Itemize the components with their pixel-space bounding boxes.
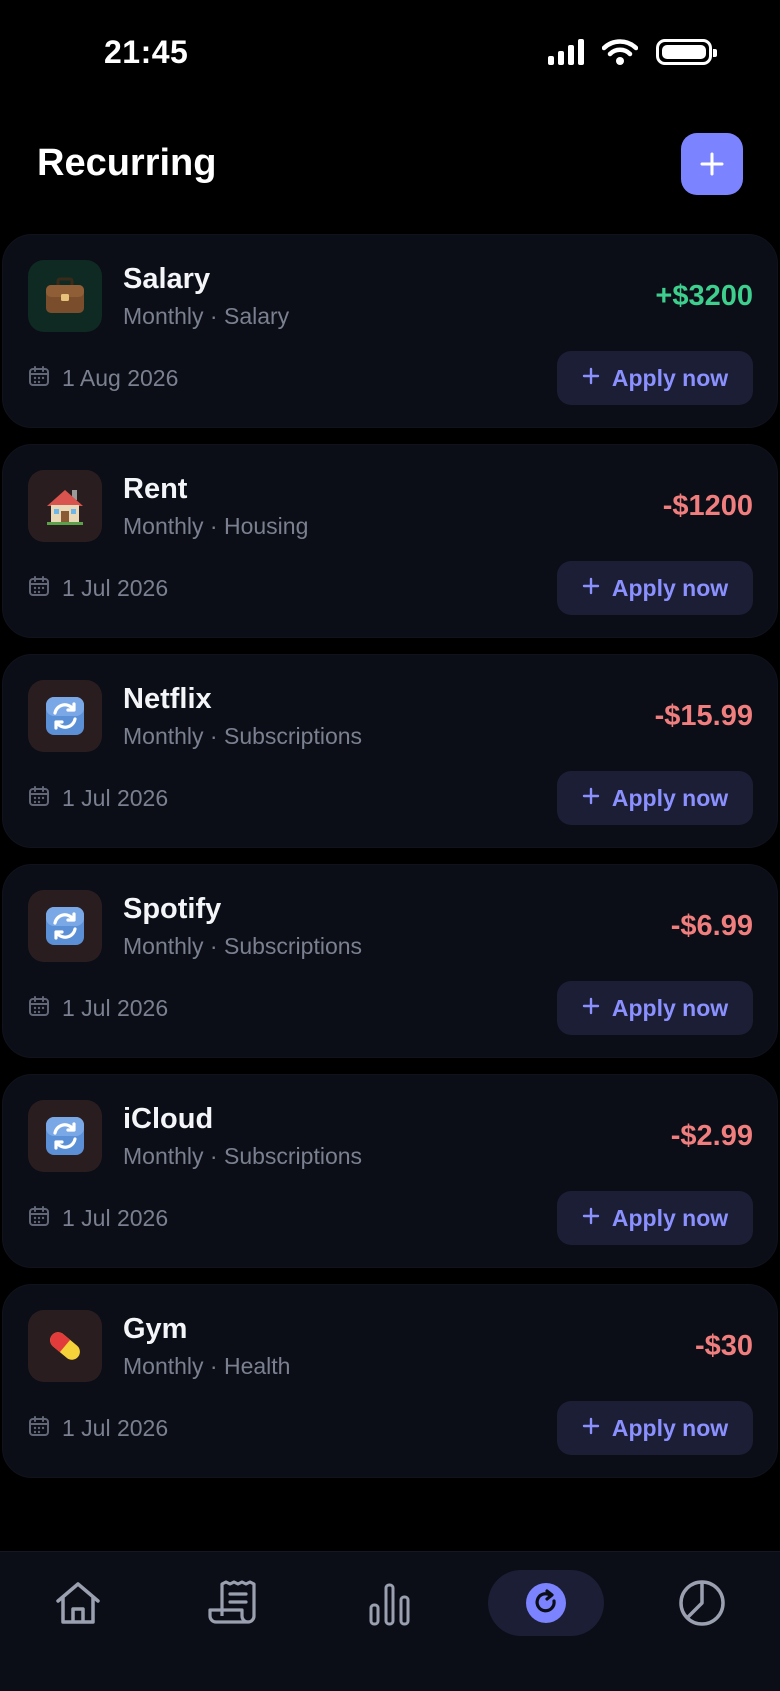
tab-bar xyxy=(0,1551,780,1691)
apply-now-button[interactable]: Apply now xyxy=(557,561,753,615)
page-title: Recurring xyxy=(37,142,217,184)
tab-recurring[interactable] xyxy=(488,1570,604,1636)
next-date: 1 Jul 2026 xyxy=(62,575,169,601)
apply-now-label: Apply now xyxy=(611,1414,729,1441)
apply-now-label: Apply now xyxy=(611,364,729,391)
briefcase-icon xyxy=(28,260,102,332)
bar-chart-icon xyxy=(369,1583,410,1626)
calendar-icon xyxy=(28,1205,50,1232)
next-date: 1 Aug 2026 xyxy=(62,365,179,391)
item-amount: -$30 xyxy=(694,1330,753,1362)
item-frequency-category: Monthly · Salary xyxy=(123,303,290,329)
item-frequency-category: Monthly · Subscriptions xyxy=(123,723,363,749)
receipt-icon xyxy=(208,1580,256,1624)
plus-icon xyxy=(582,787,600,810)
next-date: 1 Jul 2026 xyxy=(62,785,169,811)
apply-now-button[interactable]: Apply now xyxy=(557,981,753,1035)
calendar-icon xyxy=(28,995,50,1022)
item-amount: +$3200 xyxy=(655,280,753,312)
item-frequency-category: Monthly · Housing xyxy=(123,513,309,539)
wifi-icon xyxy=(602,39,638,65)
recurring-item-card[interactable]: Spotify Monthly · Subscriptions -$6.99 1… xyxy=(2,864,778,1058)
item-frequency-category: Monthly · Subscriptions xyxy=(123,933,363,959)
repeat-icon xyxy=(28,1100,102,1172)
next-date-row: 1 Jul 2026 xyxy=(28,785,168,812)
next-date-row: 1 Aug 2026 xyxy=(28,365,178,392)
plus-icon xyxy=(700,152,724,176)
pill-icon xyxy=(28,1310,102,1382)
calendar-icon xyxy=(28,1415,50,1442)
tab-budgets[interactable] xyxy=(644,1570,760,1636)
tab-stats[interactable] xyxy=(332,1570,448,1636)
next-date-row: 1 Jul 2026 xyxy=(28,995,168,1022)
calendar-icon xyxy=(28,785,50,812)
status-bar: 21:45 xyxy=(0,0,780,100)
apply-now-button[interactable]: Apply now xyxy=(557,771,753,825)
item-frequency-category: Monthly · Subscriptions xyxy=(123,1143,363,1169)
cellular-signal-icon xyxy=(548,39,584,65)
item-name: Gym xyxy=(123,1313,188,1345)
apply-now-label: Apply now xyxy=(611,574,729,601)
item-frequency-category: Monthly · Health xyxy=(123,1353,291,1379)
apply-now-button[interactable]: Apply now xyxy=(557,1401,753,1455)
plus-icon xyxy=(582,997,600,1020)
calendar-icon xyxy=(28,575,50,602)
item-name: Rent xyxy=(123,473,188,505)
item-name: iCloud xyxy=(123,1103,214,1135)
item-amount: -$2.99 xyxy=(670,1120,753,1152)
recurring-item-card[interactable]: Netflix Monthly · Subscriptions -$15.99 … xyxy=(2,654,778,848)
plus-icon xyxy=(582,1207,600,1230)
plus-icon xyxy=(582,1417,600,1440)
tab-home[interactable] xyxy=(20,1570,136,1636)
next-date-row: 1 Jul 2026 xyxy=(28,1415,168,1442)
tab-transactions[interactable] xyxy=(176,1570,292,1636)
repeat-icon xyxy=(28,890,102,962)
status-icons xyxy=(548,38,717,66)
apply-now-button[interactable]: Apply now xyxy=(557,351,753,405)
item-name: Salary xyxy=(123,263,211,295)
next-date-row: 1 Jul 2026 xyxy=(28,1205,168,1232)
recurring-item-card[interactable]: Rent Monthly · Housing -$1200 1 Jul 2026… xyxy=(2,444,778,638)
recurring-icon xyxy=(526,1583,566,1623)
house-icon xyxy=(28,470,102,542)
next-date-row: 1 Jul 2026 xyxy=(28,575,168,602)
recurring-list: Salary Monthly · Salary +$3200 1 Aug 202… xyxy=(2,234,778,1494)
apply-now-label: Apply now xyxy=(611,994,729,1021)
recurring-item-card[interactable]: iCloud Monthly · Subscriptions -$2.99 1 … xyxy=(2,1074,778,1268)
pie-chart-icon xyxy=(679,1580,725,1626)
plus-icon xyxy=(582,577,600,600)
repeat-icon xyxy=(28,680,102,752)
apply-now-button[interactable]: Apply now xyxy=(557,1191,753,1245)
item-amount: -$1200 xyxy=(662,490,753,522)
calendar-icon xyxy=(28,365,50,392)
apply-now-label: Apply now xyxy=(611,784,729,811)
apply-now-label: Apply now xyxy=(611,1204,729,1231)
next-date: 1 Jul 2026 xyxy=(62,995,169,1021)
item-name: Spotify xyxy=(123,893,222,925)
next-date: 1 Jul 2026 xyxy=(62,1205,169,1231)
recurring-item-card[interactable]: Salary Monthly · Salary +$3200 1 Aug 202… xyxy=(2,234,778,428)
item-amount: -$6.99 xyxy=(670,910,753,942)
item-amount: -$15.99 xyxy=(654,700,753,732)
next-date: 1 Jul 2026 xyxy=(62,1415,169,1441)
header: Recurring xyxy=(0,130,780,200)
plus-icon xyxy=(582,367,600,390)
battery-icon xyxy=(656,39,717,65)
item-name: Netflix xyxy=(123,683,212,715)
home-icon xyxy=(56,1582,100,1624)
recurring-item-card[interactable]: Gym Monthly · Health -$30 1 Jul 2026 App… xyxy=(2,1284,778,1478)
add-recurring-button[interactable] xyxy=(681,133,743,195)
status-time: 21:45 xyxy=(104,34,189,70)
